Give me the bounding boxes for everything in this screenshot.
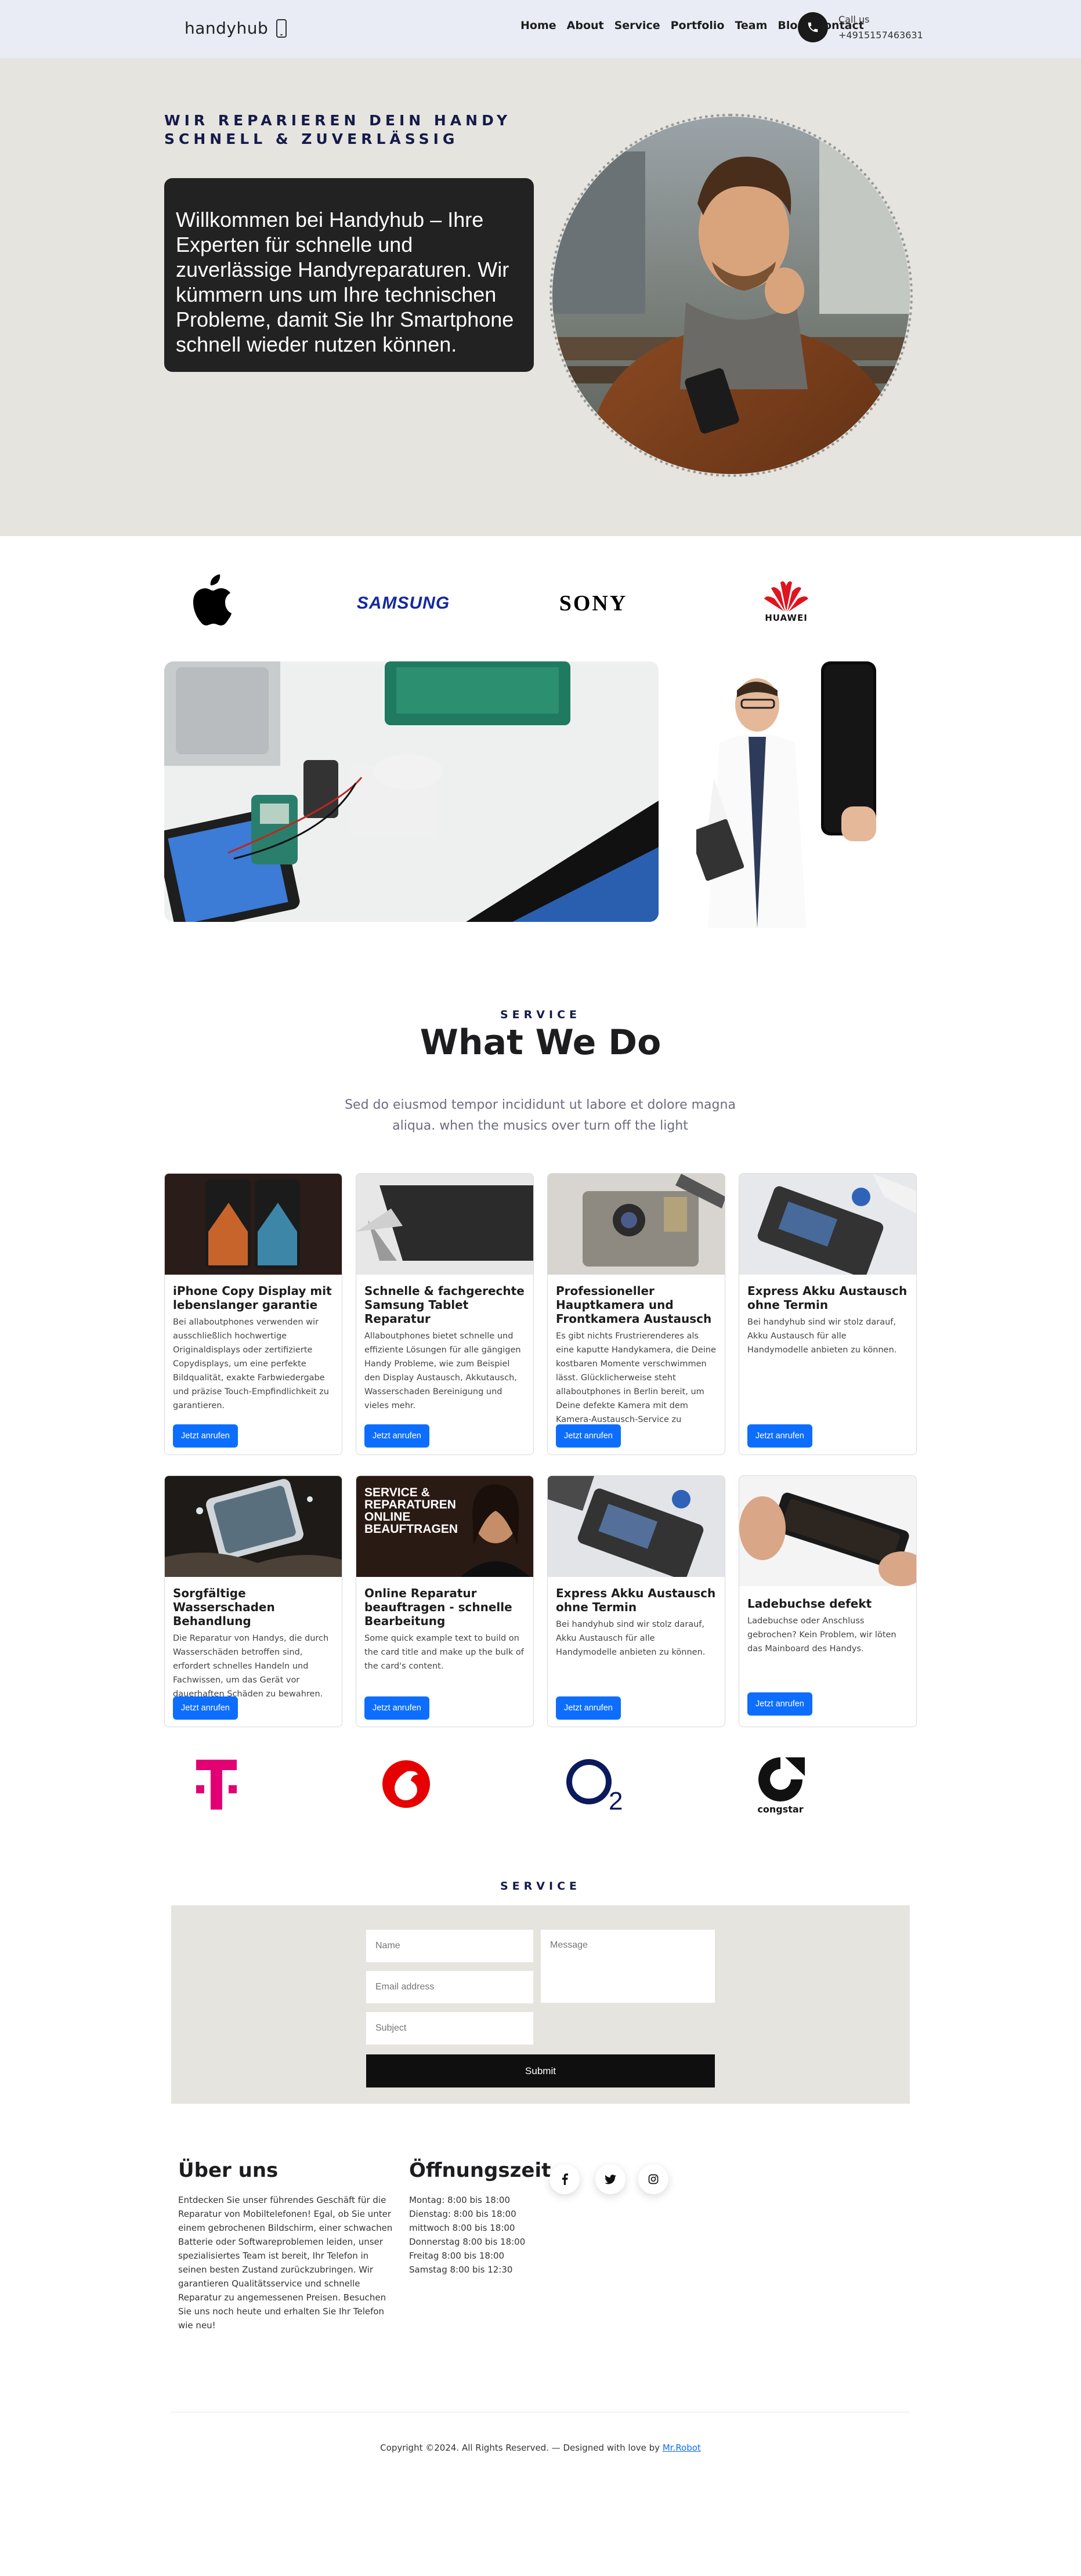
apple-logo <box>185 571 237 629</box>
card-image <box>739 1174 916 1275</box>
card-title: Express Akku Austausch ohne Termin <box>556 1586 716 1614</box>
call-number[interactable]: +4915157463631 <box>838 30 923 41</box>
telekom-logo <box>193 1755 240 1813</box>
opening-hours-item: Freitag 8:00 bis 18:00 <box>409 2251 505 2261</box>
card-title: Express Akku Austausch ohne Termin <box>747 1284 908 1312</box>
card-text: Die Reparatur von Handys, die durch Wass… <box>173 1634 329 1699</box>
submit-button[interactable]: Submit <box>366 2054 715 2087</box>
about-text: Entdecken Sie unser führendes Geschäft f… <box>178 2195 393 2331</box>
instagram-icon[interactable] <box>638 2164 668 2194</box>
card-image <box>739 1476 916 1586</box>
opening-hours-item: Montag: 8:00 bis 18:00 <box>409 2195 510 2205</box>
call-now-button[interactable]: Jetzt anrufen <box>364 1424 429 1448</box>
name-field[interactable] <box>366 1930 533 1962</box>
congstar-logo: congstar <box>749 1751 812 1818</box>
call-label: Call us <box>838 14 870 25</box>
repair-workbench-photo <box>164 661 659 922</box>
service-card: Express Akku Austausch ohne Termin Bei h… <box>547 1475 725 1727</box>
service-card: iPhone Copy Display mit lebenslanger gar… <box>164 1173 342 1455</box>
card-image <box>165 1476 342 1577</box>
call-now-button[interactable]: Jetzt anrufen <box>747 1692 812 1716</box>
hero-tagline: WIR REPARIEREN DEIN HANDY SCHNELL & ZUVE… <box>164 112 512 147</box>
credit-link[interactable]: Mr.Robot <box>663 2443 701 2453</box>
copyright: Copyright ©2024. All Rights Reserved. — … <box>0 2443 1081 2453</box>
card-text: Bei handyhub sind wir stolz darauf, Akku… <box>747 1318 897 1355</box>
call-now-button[interactable]: Jetzt anrufen <box>556 1424 621 1448</box>
facebook-icon[interactable] <box>549 2164 580 2194</box>
o2-subscript: 2 <box>609 1787 623 1814</box>
contact-tag: SERVICE <box>500 1880 581 1893</box>
card-text: Ladebuchse oder Anschluss gebrochen? Kei… <box>747 1616 896 1654</box>
service-card: Ladebuchse defekt Ladebuchse oder Anschl… <box>739 1475 917 1727</box>
call-now-button[interactable]: Jetzt anrufen <box>747 1424 812 1448</box>
nav-team[interactable]: Team <box>735 19 767 32</box>
card-text: Bei handyhub sind wir stolz darauf, Akku… <box>556 1620 706 1657</box>
hero-section: WIR REPARIEREN DEIN HANDY SCHNELL & ZUVE… <box>0 58 1081 536</box>
subject-field[interactable] <box>366 2012 533 2045</box>
samsung-logo: SAMSUNG <box>356 594 450 613</box>
opening-hours-list: Montag: 8:00 bis 18:00 Dienstag: 8:00 bi… <box>409 2193 543 2277</box>
huawei-logo: HUAWEI <box>749 571 824 629</box>
opening-hours-item: Samstag 8:00 bis 12:30 <box>409 2264 513 2275</box>
services-description: Sed do eiusmod tempor incididunt ut labo… <box>345 1098 736 1133</box>
card-image <box>165 1174 342 1275</box>
o2-logo: 2 <box>563 1752 627 1816</box>
opening-hours-item: mittwoch 8:00 bis 18:00 <box>409 2223 515 2233</box>
card-title: Professioneller Hauptkamera und Frontkam… <box>556 1284 712 1326</box>
opening-hours-item: Dienstag: 8:00 bis 18:00 <box>409 2209 516 2219</box>
site-logo[interactable]: handyhub <box>185 19 287 38</box>
card-image <box>356 1174 533 1275</box>
hero-intro-box: Willkommen bei Handyhub – Ihre Experten … <box>164 178 534 372</box>
site-header: handyhub Home About Service Portfolio Te… <box>0 0 1081 58</box>
call-now-button[interactable]: Jetzt anrufen <box>173 1424 238 1448</box>
message-field[interactable] <box>541 1930 715 2003</box>
twitter-icon[interactable] <box>595 2164 626 2194</box>
hero-intro-text: Willkommen bei Handyhub – Ihre Experten … <box>176 208 514 356</box>
service-card: Schnelle & fachgerechte Samsung Tablet R… <box>356 1173 534 1455</box>
call-now-button[interactable]: Jetzt anrufen <box>556 1696 621 1720</box>
card-image <box>548 1476 725 1577</box>
card-image <box>548 1174 725 1275</box>
card-text: Allaboutphones bietet schnelle und effiz… <box>364 1332 521 1410</box>
phone-call-icon[interactable] <box>798 12 828 42</box>
services-title: What We Do <box>420 1022 661 1063</box>
nav-portfolio[interactable]: Portfolio <box>671 19 725 32</box>
vodafone-logo <box>380 1758 432 1810</box>
card-title: Sorgfältige Wasserschaden Behandlung <box>173 1586 275 1628</box>
call-now-button[interactable]: Jetzt anrufen <box>173 1696 238 1720</box>
service-card: SERVICE & REPARATUREN ONLINE BEAUFTRAGEN… <box>356 1475 534 1727</box>
nav-about[interactable]: About <box>567 19 604 32</box>
call-now-button[interactable]: Jetzt anrufen <box>364 1696 429 1720</box>
doctor-with-phone-photo <box>689 661 894 928</box>
services-tag: SERVICE <box>500 1008 581 1021</box>
logo-text: handyhub <box>185 19 269 38</box>
phone-icon <box>276 19 287 38</box>
congstar-text: congstar <box>757 1803 804 1815</box>
service-card: Professioneller Hauptkamera und Frontkam… <box>547 1173 725 1455</box>
hero-photo <box>549 114 913 477</box>
sony-logo: SONY <box>559 591 628 616</box>
card-title: Ladebuchse defekt <box>747 1597 872 1611</box>
card-title: Online Reparatur beauftragen - schnelle … <box>364 1586 512 1628</box>
opening-hours-item: Donnerstag 8:00 bis 18:00 <box>409 2237 526 2247</box>
card-text: Some quick example text to build on the … <box>364 1634 524 1671</box>
card-title: iPhone Copy Display mit lebenslanger gar… <box>173 1284 332 1312</box>
email-field[interactable] <box>366 1971 533 2003</box>
service-card: Sorgfältige Wasserschaden Behandlung Die… <box>164 1475 342 1727</box>
nav-service[interactable]: Service <box>614 19 660 32</box>
card-image: SERVICE & REPARATUREN ONLINE BEAUFTRAGEN <box>356 1476 533 1577</box>
opening-hours-title: Öffnungszeit <box>409 2159 551 2182</box>
card-text: Bei allaboutphones verwenden wir ausschl… <box>173 1318 329 1410</box>
card-image-text: SERVICE & REPARATUREN ONLINE BEAUFTRAGEN <box>364 1486 458 1536</box>
huawei-text: HUAWEI <box>765 613 808 623</box>
card-title: Schnelle & fachgerechte Samsung Tablet R… <box>364 1284 525 1326</box>
about-title: Über uns <box>178 2159 279 2182</box>
copyright-text: Copyright ©2024. All Rights Reserved. — … <box>380 2443 660 2453</box>
service-card: Express Akku Austausch ohne Termin Bei h… <box>739 1173 917 1455</box>
nav-home[interactable]: Home <box>520 19 556 32</box>
